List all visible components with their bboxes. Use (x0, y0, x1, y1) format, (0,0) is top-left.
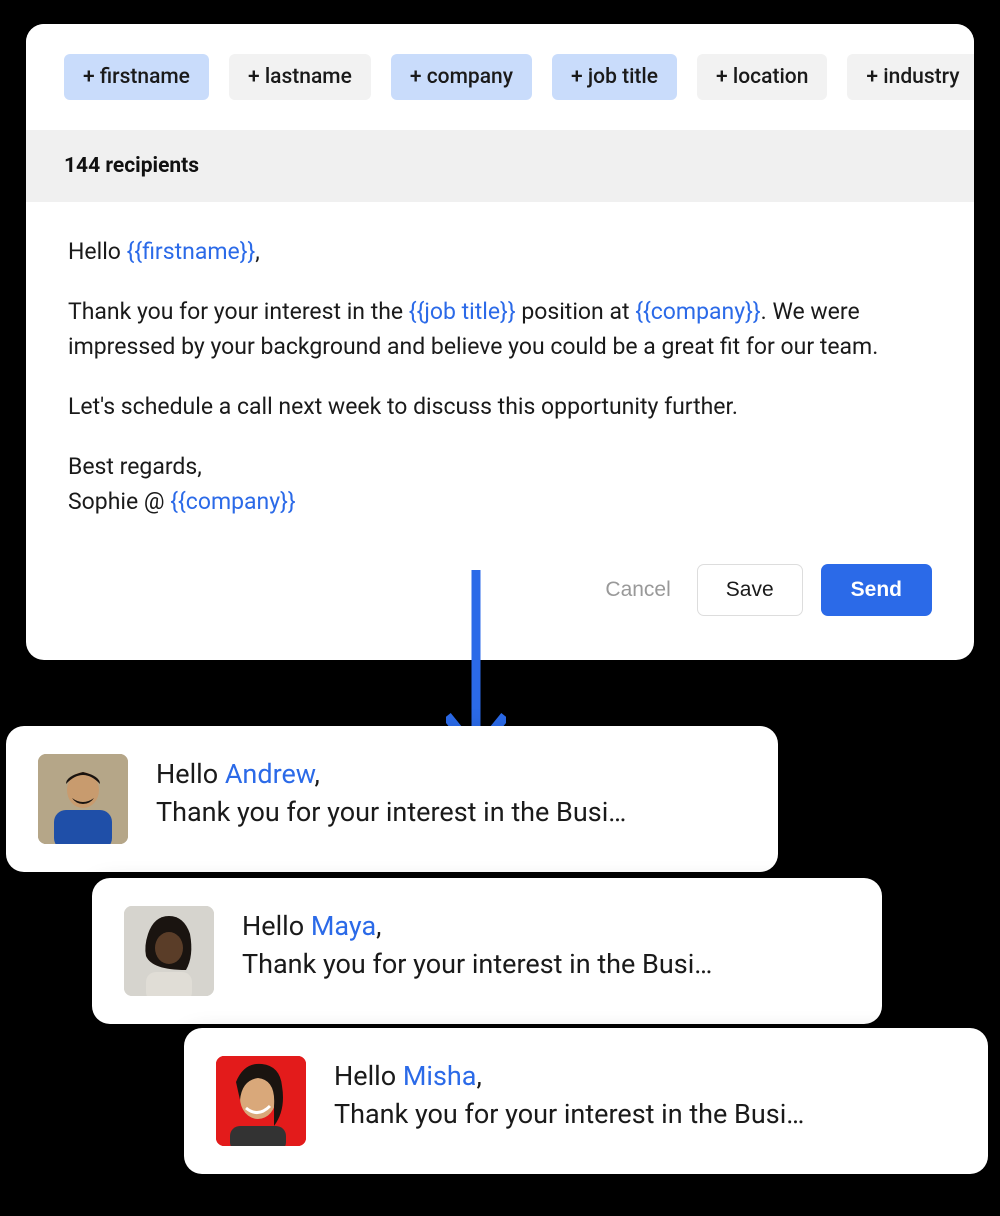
preview-text: Hello Andrew, Thank you for your interes… (156, 754, 626, 832)
merge-tag-company: {{company}} (635, 298, 760, 325)
preview-name: Andrew (225, 758, 315, 790)
merge-tag-jobtitle: {{job title}} (409, 298, 516, 325)
preview-text: Hello Misha, Thank you for your interest… (334, 1056, 804, 1134)
save-button[interactable]: Save (697, 564, 803, 616)
send-button[interactable]: Send (821, 564, 932, 616)
chip-location[interactable]: + location (697, 54, 827, 100)
preview-card-1: Hello Andrew, Thank you for your interes… (6, 726, 778, 872)
chip-lastname[interactable]: + lastname (229, 54, 371, 100)
chip-industry[interactable]: + industry (847, 54, 974, 100)
email-paragraph-2: Let's schedule a call next week to discu… (68, 389, 932, 425)
preview-card-3: Hello Misha, Thank you for your interest… (184, 1028, 988, 1174)
preview-card-2: Hello Maya, Thank you for your interest … (92, 878, 882, 1024)
email-composer-card: + firstname + lastname + company + job t… (26, 24, 974, 660)
email-body-editor[interactable]: Hello {{firstname}}, Thank you for your … (26, 202, 974, 544)
recipients-count-bar: 144 recipients (26, 130, 974, 202)
cancel-button[interactable]: Cancel (597, 564, 678, 616)
avatar (38, 754, 128, 844)
email-signoff: Best regards, Sophie @ {{company}} (68, 449, 932, 520)
email-paragraph-1: Thank you for your interest in the {{job… (68, 294, 932, 365)
merge-tag-firstname: {{firstname}} (127, 238, 256, 265)
merge-tag-company-2: {{company}} (170, 488, 295, 515)
chip-company[interactable]: + company (391, 54, 532, 100)
chip-jobtitle[interactable]: + job title (552, 54, 677, 100)
preview-name: Maya (311, 910, 376, 942)
merge-tag-chips-row: + firstname + lastname + company + job t… (26, 24, 974, 130)
avatar (216, 1056, 306, 1146)
avatar (124, 906, 214, 996)
preview-text: Hello Maya, Thank you for your interest … (242, 906, 712, 984)
email-greeting: Hello {{firstname}}, (68, 234, 932, 270)
chip-firstname[interactable]: + firstname (64, 54, 209, 100)
preview-name: Misha (403, 1060, 477, 1092)
